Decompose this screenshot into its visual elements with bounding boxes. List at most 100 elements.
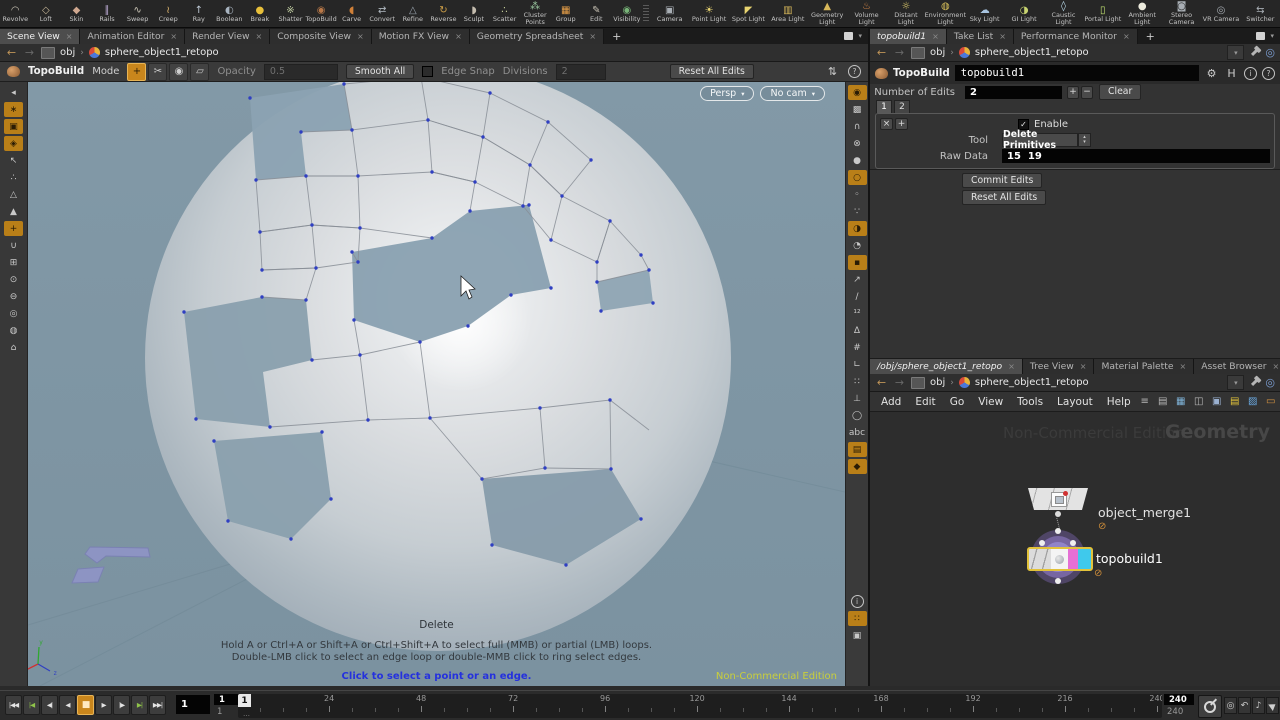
pane-maximize-icon[interactable]: [844, 32, 854, 40]
spin-down-icon[interactable]: ▾: [1083, 140, 1086, 145]
play-button[interactable]: ▶: [95, 695, 112, 715]
display-origin-icon[interactable]: ∟: [848, 357, 867, 372]
shelf-tool-cluster-points[interactable]: ⁂ Cluster Points: [520, 0, 551, 27]
shelf-tool-point-light[interactable]: ☀ Point Light: [689, 0, 728, 27]
shelf-tool-rails[interactable]: ∥ Rails: [92, 0, 123, 27]
pane-maximize-icon[interactable]: [1256, 32, 1266, 40]
jump-end-button[interactable]: ▶▶|: [149, 695, 166, 715]
shelf-tool-topobuild[interactable]: ◉ TopoBuild: [305, 0, 336, 27]
stop-button[interactable]: ■: [77, 695, 94, 715]
topobuild-point-icon[interactable]: ◉: [169, 62, 189, 81]
tab-close-icon[interactable]: ×: [1180, 362, 1187, 371]
node-input-connector[interactable]: [1055, 528, 1061, 534]
menu-layout[interactable]: Layout: [1050, 396, 1100, 408]
tab-close-icon[interactable]: ×: [589, 32, 596, 41]
shelf-tool-stereo-camera[interactable]: ◙ Stereo Camera: [1162, 0, 1201, 27]
viewport-canvas[interactable]: xyz: [28, 82, 845, 686]
tab-close-icon[interactable]: ×: [357, 32, 364, 41]
shelf-tool-area-light[interactable]: ▥ Area Light: [768, 0, 807, 27]
circle-handle-icon[interactable]: ◯: [848, 408, 867, 423]
reset-all-edits-button[interactable]: Reset All Edits: [669, 63, 754, 80]
point-vectors-icon[interactable]: ∕: [848, 289, 867, 304]
display-points-icon[interactable]: ▪: [847, 255, 867, 270]
node-connector[interactable]: [1039, 540, 1045, 546]
multiparm-tab-2[interactable]: 2: [894, 100, 910, 114]
shelf-tool-distant-light[interactable]: ☼ Distant Light: [886, 0, 925, 27]
shelf-tool-boolean[interactable]: ◐ Boolean: [214, 0, 245, 27]
range-end-field[interactable]: 240: [1164, 694, 1194, 705]
show-points-icon[interactable]: ◈: [4, 136, 23, 151]
background-image-icon[interactable]: ▨: [1246, 395, 1260, 409]
shelf-tool-ray[interactable]: ↑ Ray: [183, 0, 214, 27]
next-key-button[interactable]: ▶|: [131, 695, 148, 715]
opacity-field[interactable]: 0.5: [263, 63, 338, 80]
shelf-tool-camera[interactable]: ▣ Camera: [650, 0, 689, 27]
open-floating-icon[interactable]: H: [1224, 67, 1239, 80]
view-mask-icon[interactable]: ▩: [848, 102, 867, 117]
menu-add[interactable]: Add: [874, 396, 908, 408]
tab-close-icon[interactable]: ×: [932, 32, 939, 41]
raw-data-field[interactable]: 15 19: [1002, 149, 1270, 163]
timeline-ruler[interactable]: … 24 48 72 96 120 144 168 192 216 240 1: [238, 694, 1162, 718]
select-points-icon[interactable]: ∴: [4, 170, 23, 185]
divisions-field[interactable]: 2: [555, 63, 606, 80]
view-pivot-icon[interactable]: ◎: [4, 306, 23, 321]
light-all-icon[interactable]: ∵: [848, 204, 867, 219]
shelf-tool-sweep[interactable]: ∿ Sweep: [122, 0, 153, 27]
decrement-button[interactable]: −: [1081, 85, 1093, 99]
shelf-tool-scatter[interactable]: ∴ Scatter: [489, 0, 520, 27]
move-tool-icon[interactable]: +: [4, 221, 23, 236]
shelf-tool-portal-light[interactable]: ▯ Portal Light: [1083, 0, 1122, 27]
lighting-icon[interactable]: ○: [847, 170, 867, 185]
new-tab-button[interactable]: +: [1138, 29, 1163, 44]
tool-spinner[interactable]: ▴ ▾: [1078, 133, 1091, 147]
select-edges-icon[interactable]: △: [4, 187, 23, 202]
topobuild-build-icon[interactable]: +: [127, 62, 147, 81]
smooth-all-button[interactable]: Smooth All: [345, 63, 415, 80]
snap-off-icon[interactable]: ∪: [4, 238, 23, 253]
tab-close-icon[interactable]: ×: [256, 32, 263, 41]
new-tab-button[interactable]: +: [604, 29, 629, 44]
camera-cone-icon[interactable]: ⊥: [848, 391, 867, 406]
shelf-tool-vr-camera[interactable]: ◎ VR Camera: [1201, 0, 1240, 27]
headlight-off-icon[interactable]: ⊗: [848, 136, 867, 151]
shelf-tool-spot-light[interactable]: ◤ Spot Light: [729, 0, 768, 27]
breadcrumb-context[interactable]: obj: [930, 47, 945, 58]
tab-asset-browser[interactable]: Asset Browser ×: [1194, 359, 1280, 374]
show-geometry-icon[interactable]: ▣: [4, 119, 23, 134]
jump-start-button[interactable]: |◀◀: [5, 695, 22, 715]
shelf-tool-shatter[interactable]: ※ Shatter: [275, 0, 306, 27]
point-normals-icon[interactable]: ↗: [848, 272, 867, 287]
tab-obj-sphere-retopo[interactable]: /obj/sphere_object1_retopo ×: [870, 359, 1023, 374]
shelf-tool-edit[interactable]: ✎ Edit: [581, 0, 612, 27]
shelf-tool-geometry-light[interactable]: ▲ Geometry Light: [808, 0, 847, 27]
display-flag[interactable]: [1078, 549, 1091, 569]
radial-menu-icon[interactable]: ◎: [1265, 47, 1275, 58]
shelf-tool-sculpt[interactable]: ◗ Sculpt: [459, 0, 490, 27]
revert-button[interactable]: ↶: [1238, 697, 1251, 714]
shelf-tool-ambient-light[interactable]: ● Ambient Light: [1123, 0, 1162, 27]
tab-performance-monitor[interactable]: Performance Monitor ×: [1013, 29, 1138, 44]
topobuild-brush-icon[interactable]: ▱: [190, 62, 210, 81]
tab-scene-view[interactable]: Scene View ×: [0, 29, 81, 44]
shelf-tool-break[interactable]: ● Break: [245, 0, 276, 27]
prim-normals-icon[interactable]: Δ: [848, 323, 867, 338]
node-label-topobuild1[interactable]: topobuild1: [1096, 551, 1163, 566]
set-key-button[interactable]: [1198, 695, 1222, 718]
visibility-eye-icon[interactable]: ◉: [847, 85, 867, 100]
increment-button[interactable]: +: [1067, 85, 1079, 99]
camera-menu[interactable]: No cam ▾: [760, 86, 825, 101]
shelf-tool-environment-light[interactable]: ◍ Environment Light: [925, 0, 967, 27]
tab-close-icon[interactable]: ×: [1080, 362, 1087, 371]
network-image-icon[interactable]: ▣: [1210, 395, 1224, 409]
number-of-edits-field[interactable]: 2: [965, 85, 1062, 99]
forward-button[interactable]: →: [23, 47, 36, 58]
tab-motion-fx-view[interactable]: Motion FX View ×: [371, 29, 470, 44]
forward-button[interactable]: →: [893, 47, 906, 58]
tab-material-palette[interactable]: Material Palette ×: [1094, 359, 1195, 374]
node-badge-icon[interactable]: ⊘: [1094, 569, 1102, 579]
shading-mode-icon[interactable]: ◑: [847, 221, 867, 236]
snap-edge-icon[interactable]: ⊖: [4, 289, 23, 304]
select-mode-icon[interactable]: ↖: [4, 153, 23, 168]
add-edit-button[interactable]: +: [895, 118, 908, 130]
